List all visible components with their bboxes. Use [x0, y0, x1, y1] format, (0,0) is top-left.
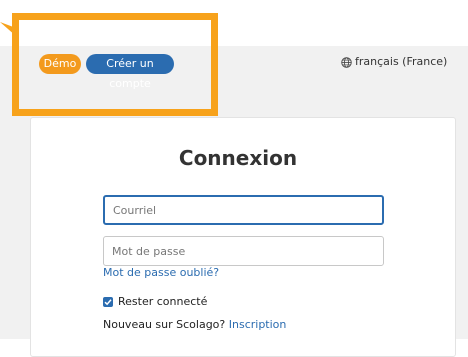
new-user-prompt: Nouveau sur Scolago? Inscription: [103, 318, 286, 332]
checkmark-icon: [104, 299, 112, 306]
new-user-text: Nouveau sur Scolago?: [103, 318, 226, 331]
language-label: français (France): [355, 55, 448, 68]
password-input[interactable]: [103, 236, 384, 266]
remember-me-checkbox[interactable]: [103, 297, 113, 307]
signup-link[interactable]: Inscription: [229, 318, 287, 331]
forgot-password-link[interactable]: Mot de passe oublié?: [103, 266, 219, 280]
email-input[interactable]: [103, 195, 384, 225]
highlight-box: [12, 13, 218, 116]
page-title: Connexion: [178, 146, 298, 170]
highlight-pointer: [0, 22, 16, 36]
remember-me[interactable]: Rester connecté: [103, 295, 207, 309]
globe-icon: [341, 56, 352, 68]
language-selector[interactable]: français (France): [341, 54, 447, 70]
remember-me-label: Rester connecté: [118, 295, 208, 308]
